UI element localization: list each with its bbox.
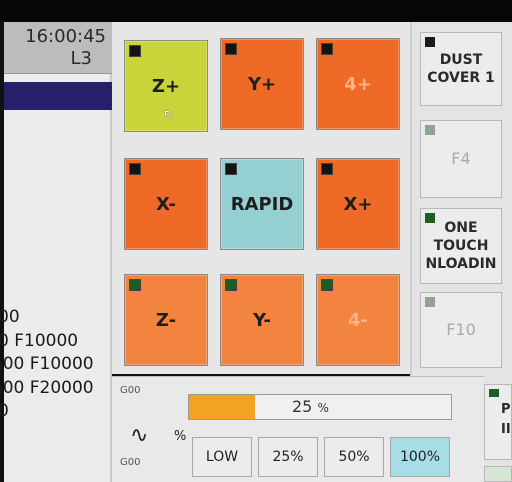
indicator-icon: [225, 279, 237, 291]
clock-readout: 16:00:45: [25, 26, 106, 47]
partial-function-button[interactable]: P II: [484, 384, 512, 460]
program-panel: 16:00:45 L3 00 0 F10000 i00 F10000 i00 F…: [0, 22, 114, 482]
indicator-icon: [129, 279, 141, 291]
jog-y-plus-button[interactable]: Y+: [220, 38, 304, 130]
jog-label: 4-: [348, 309, 368, 331]
f10-button[interactable]: F10: [420, 292, 502, 368]
jog-label: X+: [343, 193, 373, 215]
gcode-line: i00 F10000: [0, 354, 94, 374]
cnc-control-screen: 16:00:45 L3 00 0 F10000 i00 F10000 i00 F…: [0, 0, 512, 482]
jog-x-plus-button[interactable]: X+: [316, 158, 400, 250]
indicator-icon: [489, 389, 499, 397]
jog-label: RAPID: [230, 193, 294, 215]
speed-25-button[interactable]: 25%: [258, 437, 318, 477]
gcode-line: 00: [0, 307, 20, 327]
feed-wave-icon: ∿: [130, 423, 149, 448]
indicator-icon: [129, 45, 141, 57]
indicator-icon: [321, 163, 333, 175]
dust-cover-button[interactable]: DUST COVER 1: [420, 32, 502, 106]
indicator-icon: [225, 43, 237, 55]
wave-percent-label: %: [174, 429, 187, 444]
override-panel: G00 25 % ∿ % G00 LOW 25% 50% 100%: [112, 376, 484, 482]
partial-label-line2: II: [501, 422, 511, 437]
gcode-line: 0: [0, 401, 9, 421]
screen-bezel: [0, 0, 512, 22]
mouse-cursor-icon: ⇖: [163, 107, 175, 123]
override-value: 25 %: [292, 397, 329, 416]
override-percent-sign: %: [317, 401, 329, 415]
override-number: 25: [292, 397, 313, 416]
speed-low-button[interactable]: LOW: [192, 437, 252, 477]
jog-panel: Z+ ⇖ Y+ 4+ X- RAPID X+ Z- Y- 4-: [112, 22, 410, 374]
speed-50-button[interactable]: 50%: [324, 437, 384, 477]
gcode-line: 0 F10000: [0, 330, 79, 351]
fn-label-line2: COVER 1: [427, 70, 495, 86]
jog-y-minus-button[interactable]: Y-: [220, 274, 304, 366]
jog-4-minus-button[interactable]: 4-: [316, 274, 400, 366]
jog-label: Y+: [247, 73, 277, 95]
mode-label: G00: [120, 385, 141, 396]
indicator-icon: [225, 163, 237, 175]
jog-z-plus-button[interactable]: Z+ ⇖: [124, 40, 208, 132]
one-touch-unloading-button[interactable]: ONE TOUCH NLOADIN: [420, 208, 502, 284]
indicator-icon: [321, 279, 333, 291]
override-fill: [189, 395, 255, 419]
indicator-icon: [425, 37, 435, 47]
jog-z-minus-button[interactable]: Z-: [124, 274, 208, 366]
indicator-icon: [425, 297, 435, 307]
selected-line-highlight: [4, 82, 112, 110]
fn-label-line1: DUST: [439, 52, 483, 68]
fn-label-line2: TOUCH: [433, 238, 489, 254]
line-number: L3: [70, 48, 92, 69]
fn-label: F10: [446, 320, 476, 339]
jog-label: X-: [156, 193, 176, 215]
jog-x-minus-button[interactable]: X-: [124, 158, 208, 250]
fn-label-line1: ONE: [444, 220, 478, 236]
gcode-line: i00 F20000: [0, 377, 94, 398]
jog-label: 4+: [344, 73, 372, 95]
rapid-button[interactable]: RAPID: [220, 158, 304, 250]
partial-label-line1: P: [501, 402, 511, 417]
jog-label: Z-: [155, 309, 177, 331]
indicator-icon: [321, 43, 333, 55]
fn-label-line3: NLOADIN: [425, 256, 497, 272]
fn-label: F4: [451, 149, 471, 168]
mode-label: G00: [120, 457, 141, 468]
jog-label: Z+: [151, 75, 181, 97]
indicator-icon: [129, 163, 141, 175]
status-box: 16:00:45 L3: [4, 22, 112, 74]
partial-button-edge[interactable]: [484, 466, 512, 482]
f4-button[interactable]: F4: [420, 120, 502, 198]
jog-4-plus-button[interactable]: 4+: [316, 38, 400, 130]
indicator-icon: [425, 125, 435, 135]
gcode-list: 00 0 F10000 i00 F10000 i00 F20000 0: [0, 306, 114, 424]
indicator-icon: [425, 213, 435, 223]
speed-100-button[interactable]: 100%: [390, 437, 450, 477]
jog-label: Y-: [253, 309, 271, 331]
